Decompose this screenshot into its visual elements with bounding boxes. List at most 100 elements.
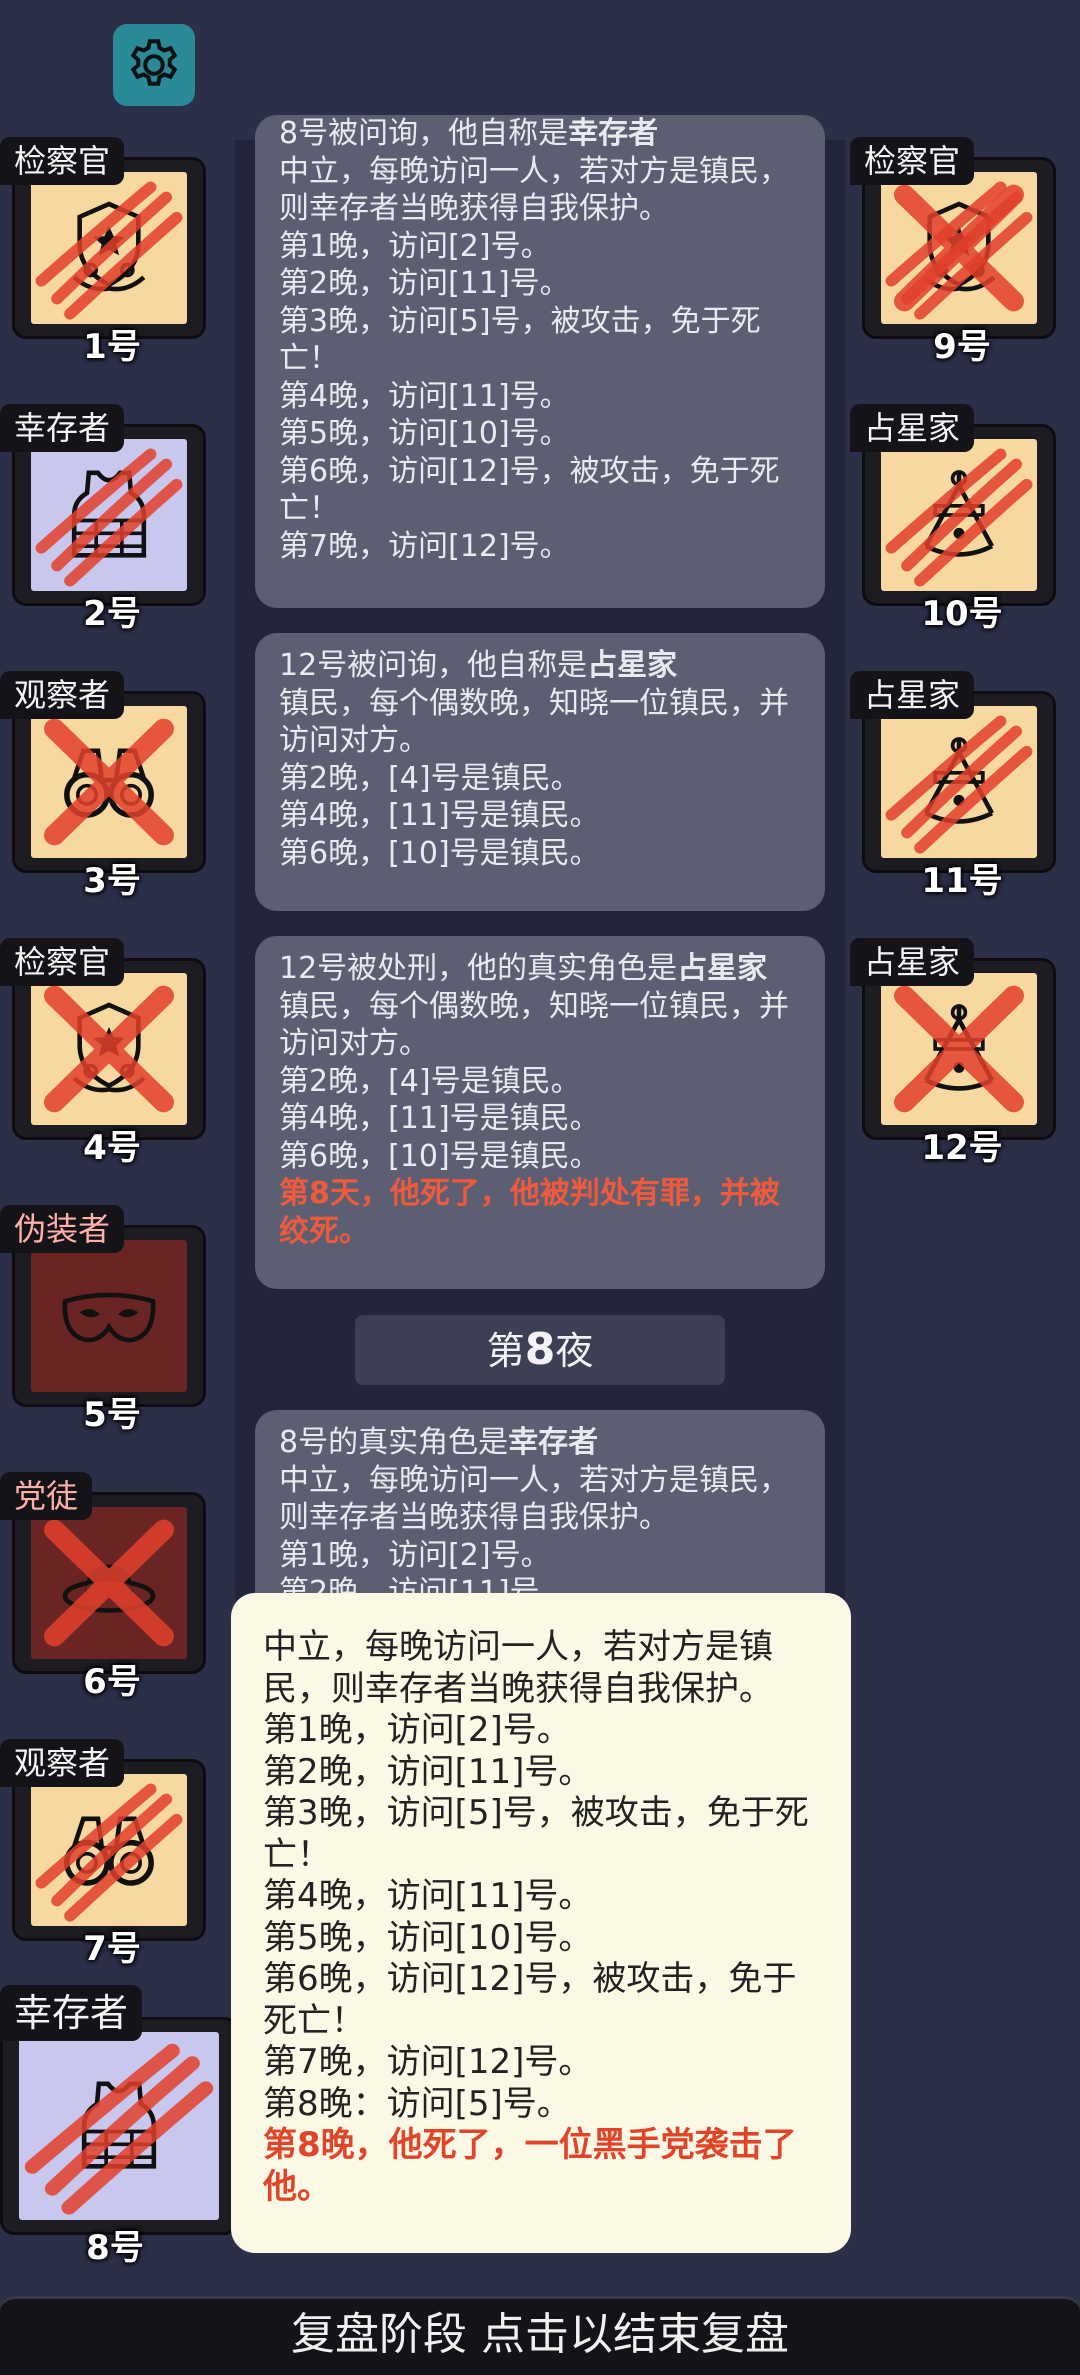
night-header: 第8夜 [355, 1315, 725, 1385]
log-line: 第3晚，访问[5]号，被攻击，免于死亡！ [263, 1793, 809, 1875]
log-line: 镇民，每个偶数晚，知晓一位镇民，并访问对方。 [279, 988, 789, 1062]
log-entry-interrogation-12: 12号被问询，他自称是占星家 镇民，每个偶数晚，知晓一位镇民，并访问对方。 第2晚… [255, 633, 825, 911]
player-frame [0, 2017, 238, 2235]
player-number: 3号 [83, 861, 141, 901]
sextant-icon [923, 1004, 995, 1091]
player-number: 9号 [933, 327, 991, 367]
role-tag: 观察者 [0, 1739, 125, 1787]
player-portrait [19, 2032, 219, 2220]
night-number: 8 [524, 1324, 556, 1375]
player-card-4号[interactable]: 检察官 4号 [0, 938, 210, 1168]
log-line: 中立，每晚访问一人，若对方是镇民，则幸存者当晚获得自我保护。 [279, 153, 789, 227]
hat-icon [62, 1564, 156, 1613]
player-portrait [31, 706, 187, 858]
player-number: 12号 [921, 1128, 1003, 1168]
entry-role: 占星家 [587, 648, 678, 683]
role-detail-popup[interactable]: 中立，每晚访问一人，若对方是镇民，则幸存者当晚获得自我保护。 第1晚，访问[2]号… [231, 1593, 851, 2253]
log-line: 第4晚，访问[11]号。 [279, 378, 570, 414]
log-line: 第1晚，访问[2]号。 [263, 1710, 571, 1750]
player-portrait [31, 439, 187, 591]
end-review-button[interactable]: 复盘阶段 点击以结束复盘 [0, 2296, 1080, 2375]
role-tag: 占星家 [850, 671, 975, 719]
player-card-12号[interactable]: 占星家 12号 [850, 938, 1060, 1168]
player-card-9号[interactable]: 检察官 9号 [850, 137, 1060, 367]
popup-death-notice: 第8晚，他死了，一位黑手党袭击了他。 [263, 2125, 797, 2207]
player-card-5号[interactable]: 伪装者 5号 [0, 1205, 210, 1435]
log-line: 第5晚，访问[10]号。 [279, 416, 570, 451]
log-line: 第6晚，访问[12]号，被攻击，免于死亡！ [263, 1959, 797, 2041]
entry-header: 8号的真实角色是 [279, 1425, 509, 1460]
log-line: 第6晚，[10]号是镇民。 [279, 1138, 600, 1174]
role-tag: 占星家 [850, 938, 975, 986]
player-card-7号[interactable]: 观察者 7号 [0, 1739, 210, 1969]
log-line: 第6晚，[10]号是镇民。 [279, 835, 600, 871]
player-card-10号[interactable]: 占星家 10号 [850, 404, 1060, 634]
entry-header: 12号被问询，他自称是 [279, 648, 588, 683]
entry-role: 幸存者 [508, 1425, 599, 1460]
player-portrait [881, 706, 1037, 858]
player-number: 4号 [83, 1128, 141, 1168]
player-card-3号[interactable]: 观察者 3号 [0, 671, 210, 901]
settings-button[interactable] [113, 24, 195, 106]
log-line: 第6晚，访问[12]号，被攻击，免于死亡！ [279, 453, 780, 527]
player-portrait [31, 172, 187, 324]
log-entry-execution-12: 12号被处刑，他的真实角色是占星家 镇民，每个偶数晚，知晓一位镇民，并访问对方。… [255, 936, 825, 1289]
player-number: 6号 [83, 1662, 141, 1702]
player-portrait [31, 973, 187, 1125]
mask-icon [62, 1292, 156, 1343]
role-tag: 幸存者 [0, 1985, 143, 2041]
player-number: 5号 [83, 1395, 141, 1435]
sextant-icon [923, 737, 995, 824]
log-line: 镇民，每个偶数晚，知晓一位镇民，并访问对方。 [279, 685, 789, 759]
player-number: 10号 [921, 594, 1003, 634]
player-number: 8号 [86, 2228, 144, 2268]
log-line: 第2晚，访问[11]号。 [263, 1751, 593, 1792]
log-line: 第2晚，[4]号是镇民。 [279, 760, 581, 796]
sextant-icon [923, 470, 995, 557]
log-line: 第2晚，访问[11]号。 [279, 266, 570, 301]
player-portrait [881, 172, 1037, 324]
log-line: 第1晚，访问[2]号。 [279, 1537, 551, 1573]
role-tag: 幸存者 [0, 404, 125, 452]
player-card-8号[interactable]: 幸存者 8号 [0, 1985, 240, 2268]
player-number: 11号 [921, 861, 1003, 901]
player-card-2号[interactable]: 幸存者 2号 [0, 404, 210, 634]
log-line: 第7晚，访问[12]号。 [263, 2042, 593, 2082]
entry-role: 幸存者 [568, 116, 659, 151]
player-card-1号[interactable]: 检察官 1号 [0, 137, 210, 367]
player-portrait [881, 973, 1037, 1125]
player-card-11号[interactable]: 占星家 11号 [850, 671, 1060, 901]
role-tag: 检察官 [850, 137, 975, 185]
role-tag: 检察官 [0, 137, 125, 185]
night-prefix: 第 [486, 1329, 525, 1373]
role-tag: 伪装者 [0, 1205, 125, 1253]
player-portrait [31, 1507, 187, 1659]
player-portrait [31, 1240, 187, 1392]
role-tag: 观察者 [0, 671, 125, 719]
gear-icon [130, 39, 178, 86]
log-line: 第1晚，访问[2]号。 [279, 228, 551, 264]
scales-badge-icon [72, 201, 146, 292]
entry-header: 8号被问询，他自称是 [279, 116, 569, 151]
entry-header: 12号被处刑，他的真实角色是 [279, 951, 678, 986]
binoculars-icon [64, 1816, 154, 1886]
death-notice: 第8天，他死了，他被判处有罪，并被绞死。 [279, 1176, 780, 1249]
vest-icon [81, 2081, 157, 2169]
log-line: 第8晚：访问[5]号。 [263, 2083, 571, 2124]
player-number: 1号 [83, 327, 141, 367]
log-line: 第4晚，[11]号是镇民。 [279, 1101, 600, 1136]
vest-icon [71, 470, 147, 558]
binoculars-icon [64, 748, 154, 818]
role-tag: 党徒 [0, 1472, 93, 1520]
player-portrait [881, 439, 1037, 591]
log-line: 第7晚，访问[12]号。 [279, 528, 570, 564]
log-line: 第3晚，访问[5]号，被攻击，免于死亡！ [279, 303, 761, 377]
log-entry-interrogation-8: 8号被问询，他自称是幸存者 中立，每晚访问一人，若对方是镇民，则幸存者当晚获得自… [255, 115, 825, 608]
role-tag: 占星家 [850, 404, 975, 452]
log-line: 第4晚，访问[11]号。 [263, 1876, 593, 1916]
log-line: 第4晚，[11]号是镇民。 [279, 798, 600, 833]
log-line: 中立，每晚访问一人，若对方是镇民，则幸存者当晚获得自我保护。 [279, 1462, 789, 1536]
log-line: 第5晚，访问[10]号。 [263, 1917, 593, 1958]
player-portrait [31, 1774, 187, 1926]
player-card-6号[interactable]: 党徒 6号 [0, 1472, 210, 1702]
